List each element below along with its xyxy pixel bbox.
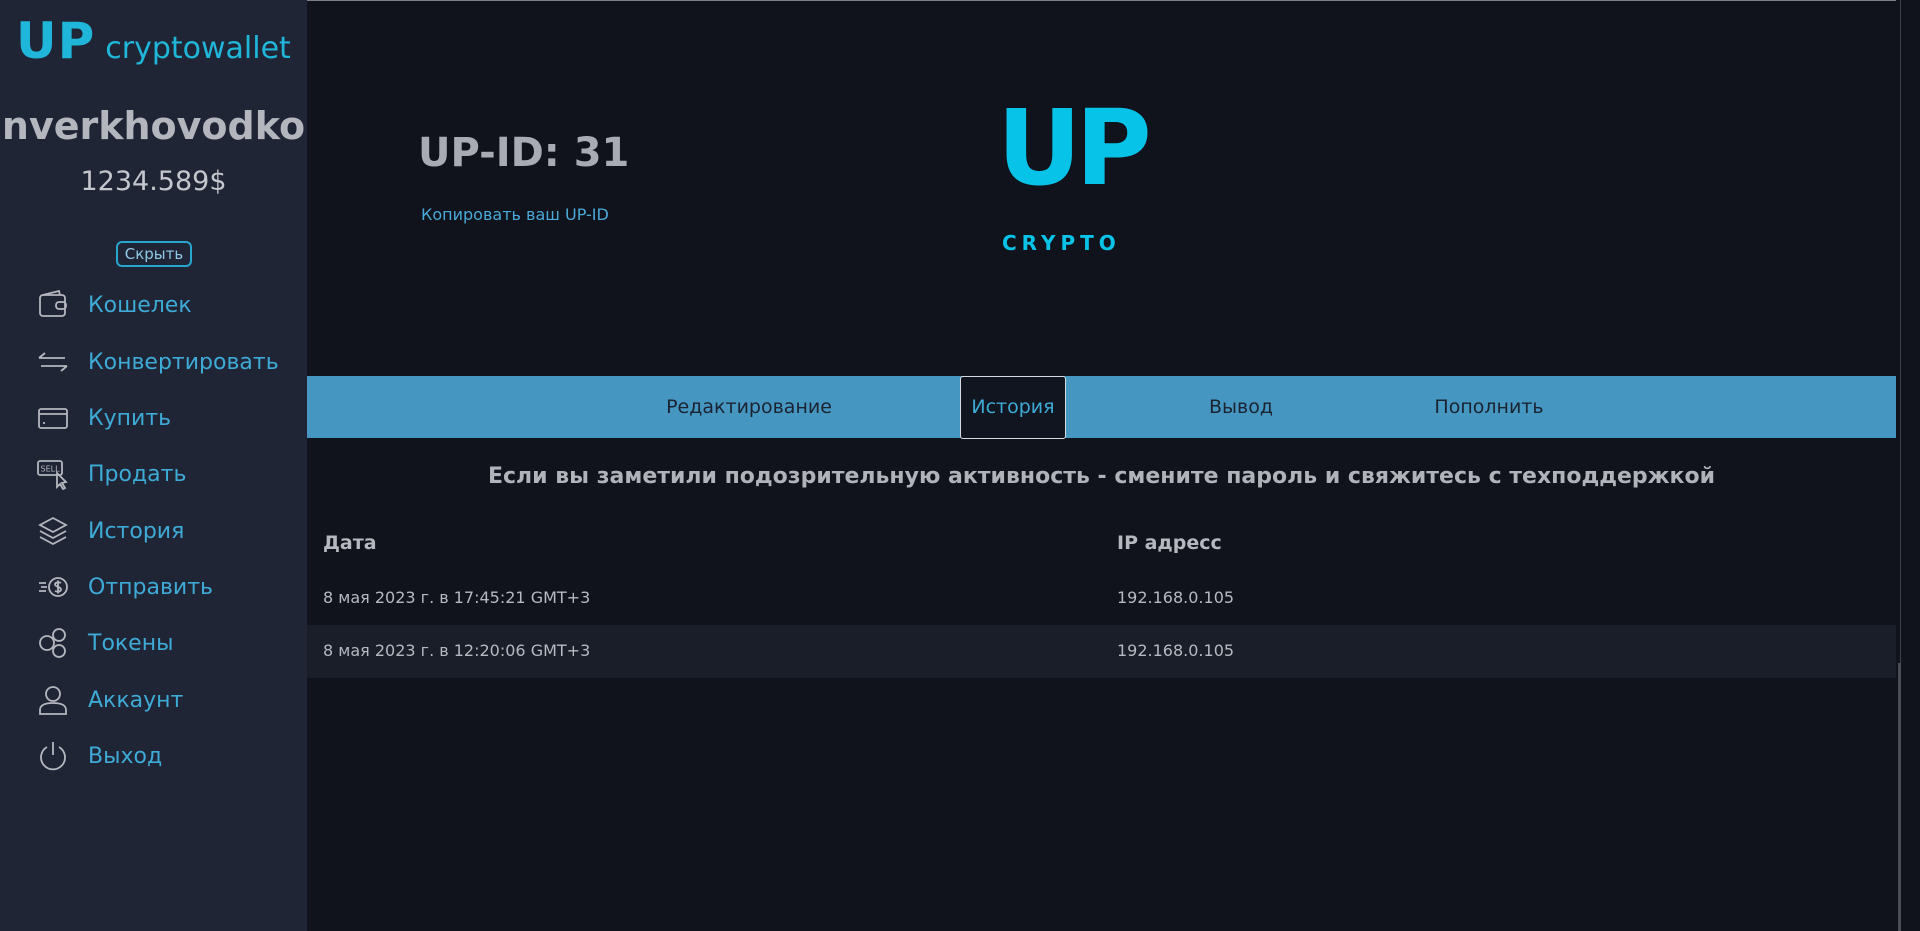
sidebar-item-label: Выход (88, 743, 163, 769)
tab-deposit[interactable]: Пополнить (1419, 376, 1559, 438)
hide-balance-button[interactable]: Скрыть (116, 241, 192, 267)
sidebar-item-logout[interactable]: Выход (36, 736, 296, 776)
brand-up-text: UP (16, 12, 96, 70)
brand-logo[interactable]: UP cryptowallet (16, 12, 291, 70)
sidebar-item-buy[interactable]: Купить (36, 398, 296, 438)
column-header-date: Дата (323, 532, 377, 554)
cell-ip: 192.168.0.105 (1117, 641, 1235, 660)
tokens-icon (36, 626, 70, 660)
cell-date: 8 мая 2023 г. в 17:45:21 GMT+3 (323, 588, 591, 607)
sell-icon: SELL (36, 457, 70, 491)
sidebar-item-send[interactable]: Отправить (36, 567, 296, 607)
wallet-icon (36, 288, 70, 322)
table-row: 8 мая 2023 г. в 12:20:06 GMT+3 192.168.0… (307, 625, 1896, 678)
scrollbar-thumb[interactable] (1898, 663, 1901, 931)
sidebar-item-account[interactable]: Аккаунт (36, 680, 296, 720)
sidebar-item-label: Отправить (88, 574, 214, 600)
up-crypto-logo: UP CRYPTO (997, 88, 1197, 268)
logo-up-text: UP (997, 87, 1152, 209)
sidebar-item-tokens[interactable]: Токены (36, 623, 296, 663)
sidebar-item-convert[interactable]: Конвертировать (36, 342, 296, 382)
tab-history[interactable]: История (960, 376, 1066, 439)
up-id: UP-ID: 31 (418, 130, 630, 176)
cell-date: 8 мая 2023 г. в 12:20:06 GMT+3 (323, 641, 591, 660)
sidebar-item-history[interactable]: История (36, 511, 296, 551)
brand-name-text: cryptowallet (105, 31, 291, 66)
logo-crypto-text: CRYPTO (1002, 231, 1121, 255)
balance: 1234.589$ (80, 166, 227, 197)
main-content: UP-ID: 31 Копировать ваш UP-ID UP CRYPTO… (307, 0, 1896, 931)
power-icon (36, 739, 70, 773)
table-row: 8 мая 2023 г. в 17:45:21 GMT+3 192.168.0… (307, 572, 1896, 625)
scrollbar[interactable] (1896, 0, 1920, 931)
sidebar-item-label: Купить (88, 405, 172, 431)
sidebar-item-label: Токены (88, 630, 174, 656)
sidebar-item-label: История (88, 518, 185, 544)
user-icon (36, 683, 70, 717)
sidebar-item-label: Кошелек (88, 292, 192, 318)
sidebar-item-label: Конвертировать (88, 349, 279, 375)
login-history-table: Дата IP адресс 8 мая 2023 г. в 17:45:21 … (307, 520, 1896, 678)
username: nverkhovodko (1, 104, 306, 148)
copy-upid-link[interactable]: Копировать ваш UP-ID (421, 205, 609, 224)
convert-arrows-icon (36, 345, 70, 379)
sidebar-item-sell[interactable]: SELL Продать (36, 454, 296, 494)
security-notice: Если вы заметили подозрительную активнос… (487, 464, 1716, 489)
sidebar-item-label: Продать (88, 461, 187, 487)
sidebar-item-wallet[interactable]: Кошелек (36, 285, 296, 325)
sidebar-item-label: Аккаунт (88, 687, 184, 713)
credit-card-icon (36, 401, 70, 435)
tab-withdraw[interactable]: Вывод (1191, 376, 1291, 438)
cell-ip: 192.168.0.105 (1117, 588, 1235, 607)
column-header-ip: IP адресс (1117, 532, 1222, 554)
layers-icon (36, 514, 70, 548)
sidebar: UP cryptowallet nverkhovodko 1234.589$ Ск… (0, 0, 307, 931)
tab-bar: Редактирование История Вывод Пополнить (307, 376, 1896, 439)
tab-editing[interactable]: Редактирование (649, 376, 849, 438)
table-header-row: Дата IP адресс (307, 520, 1896, 572)
send-money-icon (36, 570, 70, 604)
